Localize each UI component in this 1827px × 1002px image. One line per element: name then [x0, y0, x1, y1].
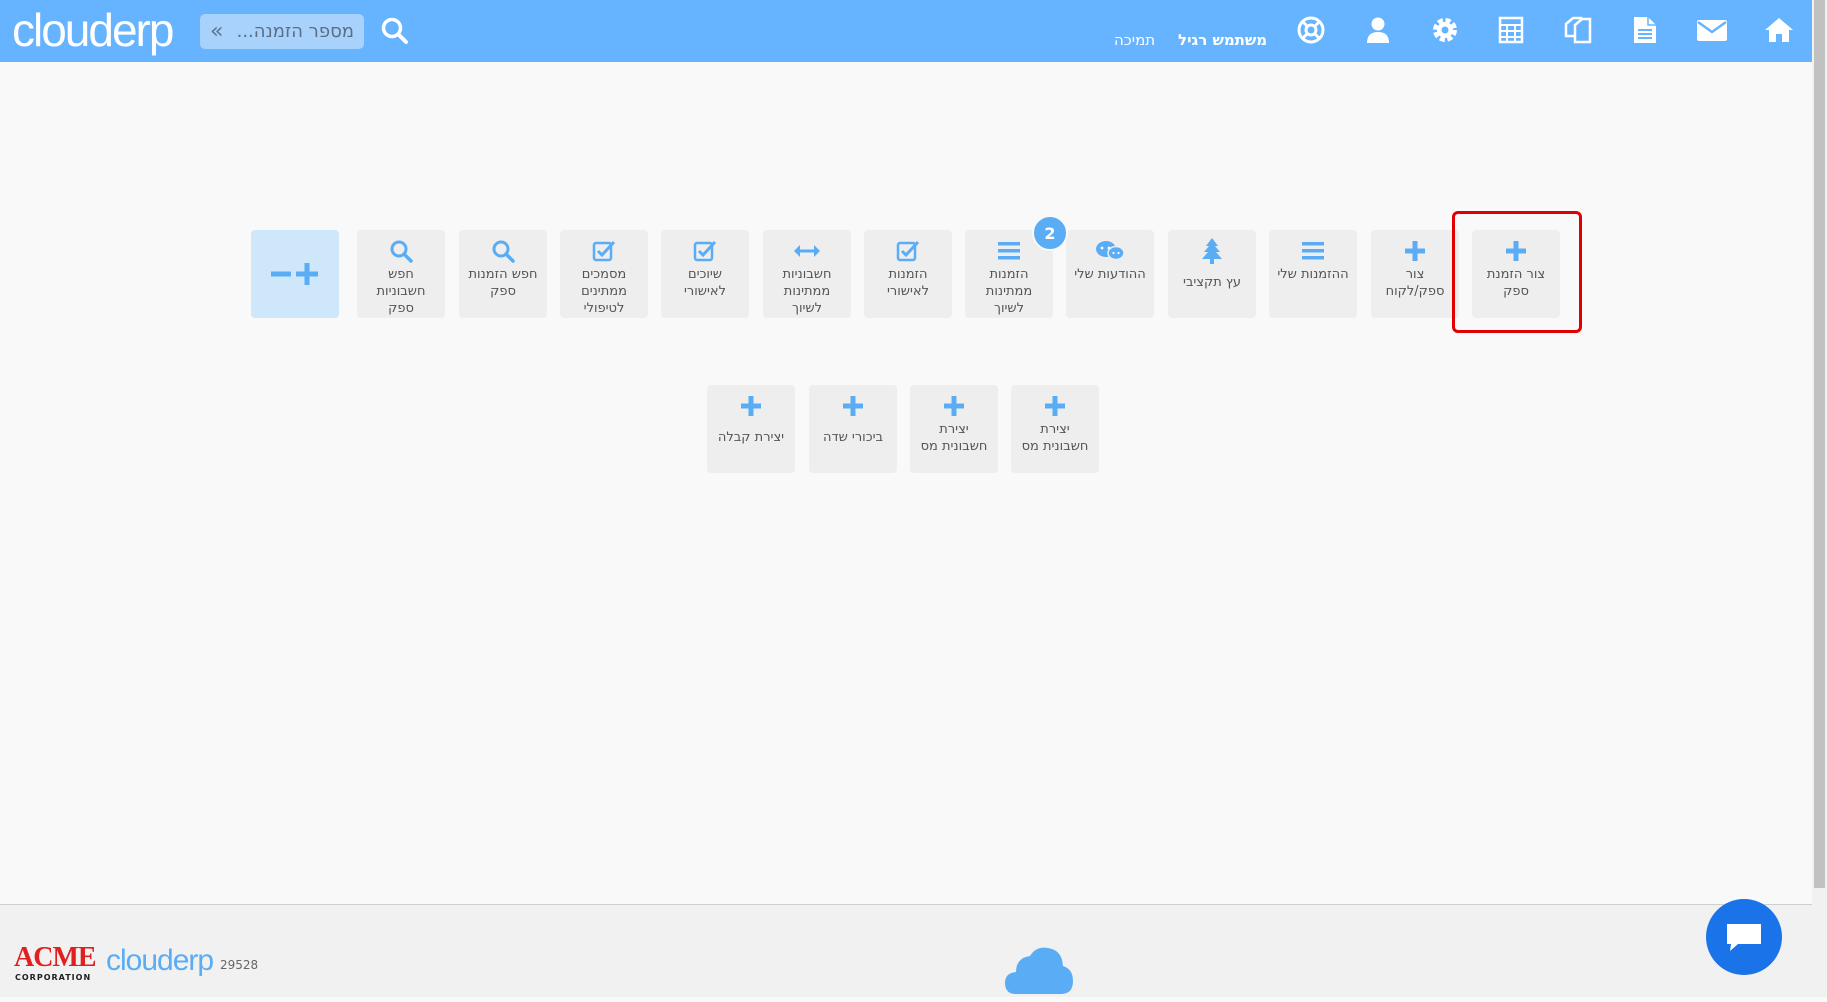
gear-icon[interactable]	[1429, 14, 1461, 46]
tile-label: יצירת חשבונית מס	[1021, 422, 1089, 454]
tile-my-orders[interactable]: ההזמנות שלי	[1269, 230, 1357, 318]
tile-label: הזמנות לאישורי	[887, 267, 929, 299]
minus-plus-icon	[271, 263, 318, 285]
user-icon[interactable]	[1362, 14, 1394, 46]
order-number-search-input[interactable]	[236, 20, 356, 43]
tile-label: חפש הזמנות ספק	[468, 267, 538, 299]
calculator-icon[interactable]	[1495, 14, 1527, 46]
checkbox-icon	[896, 238, 920, 264]
tile-label: עץ תקציבי	[1182, 275, 1242, 290]
add-remove-tiles-button[interactable]	[251, 230, 339, 318]
document-icon[interactable]	[1629, 14, 1661, 46]
tile-budget-tree[interactable]: עץ תקציבי	[1168, 230, 1256, 318]
tile-create-tax-invoice-2[interactable]: יצירת חשבונית מס	[910, 385, 998, 473]
tile-label: ביכורי שדה	[822, 430, 884, 445]
checkbox-icon	[592, 238, 616, 264]
plus-icon	[1044, 393, 1066, 419]
plus-icon	[943, 393, 965, 419]
current-user-name[interactable]: משתמש רגיל	[1178, 31, 1267, 49]
checkbox-icon	[693, 238, 717, 264]
tile-label: ההזמנות שלי	[1277, 267, 1349, 282]
tile-label: חפש חשבוניות ספק	[376, 267, 426, 316]
footer-clouderp-logo: clouderp	[106, 944, 214, 977]
list-icon	[1301, 238, 1325, 264]
tile-search-supplier-orders[interactable]: חפש הזמנות ספק	[459, 230, 547, 318]
order-search-box: «	[200, 14, 364, 49]
tile-label: ההודעות שלי	[1074, 267, 1146, 282]
footer	[0, 904, 1812, 997]
search-icon	[491, 238, 515, 264]
tile-label: יצירת חשבונית מס	[920, 422, 988, 454]
chat-bubble-icon	[1727, 924, 1761, 951]
plus-icon	[740, 393, 762, 419]
top-navigation-bar: clouderp « תמיכה משתמש רגיל	[0, 0, 1812, 62]
tile-label: חשבוניות ממתינות לשיוך	[782, 267, 832, 316]
home-icon[interactable]	[1763, 14, 1795, 46]
vertical-scrollbar-thumb[interactable]	[1814, 0, 1825, 888]
live-chat-button[interactable]	[1706, 899, 1782, 975]
acme-logo: ACME	[14, 942, 97, 973]
acme-logo-subtitle: CORPORATION	[15, 973, 92, 982]
plus-icon	[842, 393, 864, 419]
search-icon	[389, 238, 413, 264]
tile-label: צור ספק/לקוח	[1385, 267, 1445, 299]
tile-orders-for-approval[interactable]: הזמנות לאישורי	[864, 230, 952, 318]
tile-create-supplier-customer[interactable]: צור ספק/לקוח	[1371, 230, 1459, 318]
tile-search-supplier-invoices[interactable]: חפש חשבוניות ספק	[357, 230, 445, 318]
plus-icon	[1404, 238, 1426, 264]
highlight-box	[1452, 211, 1582, 333]
tile-documents-pending-handling[interactable]: מסמכים ממתינים לטיפולי	[560, 230, 648, 318]
tile-label: יצירת קבלה	[717, 430, 785, 445]
arrows-horizontal-icon	[793, 238, 821, 264]
tile-label: שיוכים לאישורי	[684, 267, 726, 299]
tile-label: מסמכים ממתינים לטיפולי	[581, 267, 627, 316]
support-link[interactable]: תמיכה	[1114, 31, 1155, 49]
tile-invoices-pending-assignment[interactable]: חשבוניות ממתינות לשיוך	[763, 230, 851, 318]
double-chevron-left-icon[interactable]: «	[210, 20, 223, 42]
envelope-icon[interactable]	[1696, 14, 1728, 46]
help-lifebuoy-icon[interactable]	[1295, 14, 1327, 46]
tree-icon	[1201, 238, 1223, 264]
chat-icon	[1095, 238, 1125, 264]
search-icon[interactable]	[380, 16, 410, 46]
documents-icon[interactable]	[1562, 14, 1594, 46]
tile-create-tax-invoice-1[interactable]: יצירת חשבונית מס	[1011, 385, 1099, 473]
footer-version-number: 29528	[220, 958, 259, 972]
clouderp-logo[interactable]: clouderp	[12, 4, 174, 56]
tile-assignments-for-approval[interactable]: שיוכים לאישורי	[661, 230, 749, 318]
cloud-icon	[1004, 944, 1074, 1002]
tile-label: הזמנות ממתינות לשיוך	[985, 267, 1033, 316]
tile-field-visits[interactable]: ביכורי שדה	[809, 385, 897, 473]
list-icon	[997, 238, 1021, 264]
pending-count-badge: 2	[1032, 215, 1068, 251]
tile-my-messages[interactable]: ההודעות שלי	[1066, 230, 1154, 318]
tile-create-receipt[interactable]: יצירת קבלה	[707, 385, 795, 473]
